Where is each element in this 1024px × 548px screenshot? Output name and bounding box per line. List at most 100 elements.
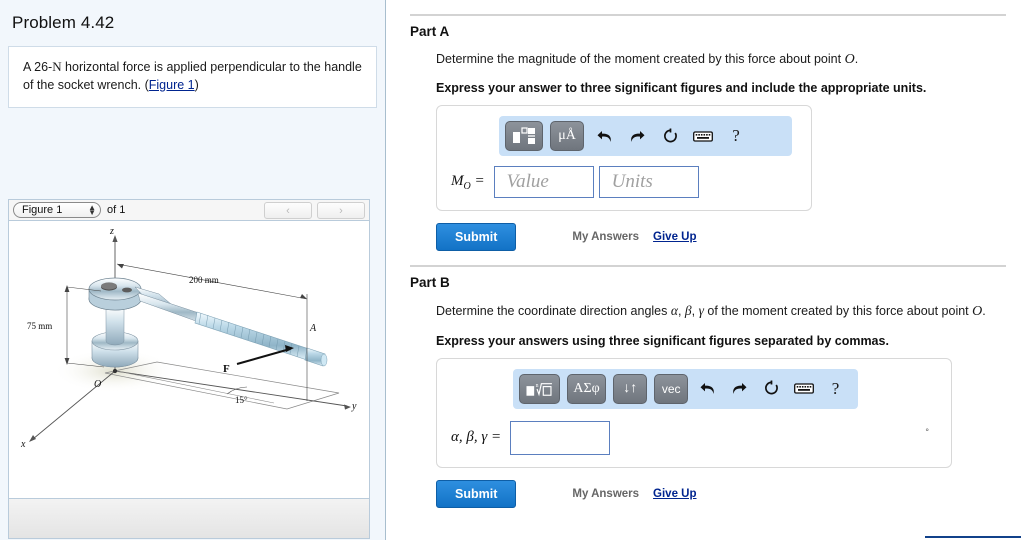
figure-axis-z-label: z: [109, 226, 114, 237]
vec-button-label: vec: [661, 381, 681, 396]
problem-sidebar: Problem 4.42 A 26-N horizontal force is …: [0, 0, 386, 540]
part-a-point-symbol: O: [844, 52, 855, 67]
degree-symbol: °: [925, 426, 929, 437]
part-b-beta: β: [684, 303, 692, 319]
figure-prev-button[interactable]: ‹: [264, 202, 312, 219]
part-a-submit-button[interactable]: Submit: [436, 223, 517, 252]
units-button-label: μÅ: [558, 128, 576, 144]
greek-button-label: ΑΣφ: [573, 380, 600, 396]
help-label: ?: [732, 126, 740, 146]
socket-wrench-diagram: z y x 200 mm 75 mm A O F 15°: [20, 226, 357, 450]
template-icon: [513, 127, 535, 145]
figure-1-link[interactable]: Figure 1: [149, 78, 195, 92]
keyboard-icon[interactable]: [690, 123, 716, 149]
part-b-give-up-link[interactable]: Give Up: [653, 488, 696, 500]
units-icon-button[interactable]: μÅ: [550, 121, 584, 152]
template-icon-button[interactable]: [505, 121, 543, 152]
keyboard-icon: [793, 383, 814, 394]
part-a-question-post: .: [854, 52, 859, 66]
reset-circular-arrow-icon: [663, 128, 677, 143]
part-a-equation-label: MO =: [451, 172, 485, 192]
answer-pane: Part A Determine the magnitude of the mo…: [386, 0, 1024, 540]
undo-arrow-icon: [700, 383, 715, 395]
part-b-submit-button[interactable]: Submit: [436, 479, 517, 508]
reset-icon[interactable]: [657, 123, 683, 149]
figure-point-o-label: O: [94, 379, 101, 390]
part-b-my-answers-label[interactable]: My Answers: [572, 488, 639, 500]
part-a-my-answers-label[interactable]: My Answers: [572, 231, 639, 243]
nth-root-icon: n: [526, 383, 552, 396]
part-a-give-up-link[interactable]: Give Up: [653, 231, 696, 243]
redo-icon[interactable]: [624, 123, 650, 149]
figure-axis-x-label: x: [20, 439, 26, 450]
part-a-value-placeholder: Value: [506, 171, 549, 193]
divider-part-b: [410, 265, 1006, 268]
part-a-units-placeholder: Units: [611, 171, 653, 193]
part-a-toolbar: μÅ ?: [499, 116, 792, 157]
part-a-units-input[interactable]: Units: [598, 166, 699, 199]
figure-count-label: of 1: [107, 204, 126, 216]
part-a-submit-row: Submit My Answers Give Up: [436, 223, 1006, 252]
part-b-alpha: α: [670, 303, 678, 319]
statement-text-pre: A 26-: [23, 60, 53, 74]
arrows-button-label: ↓↑: [623, 380, 638, 396]
part-b-toolbar: n ΑΣφ ↓↑ vec ?: [513, 368, 858, 409]
figure-viewer: Figure 1 ▲ ▼ of 1 ‹ › z y x 200 mm 75 mm…: [8, 199, 370, 539]
statement-text-close: ): [194, 77, 199, 92]
part-b-question-post: of the moment created by this force abou…: [703, 304, 973, 319]
greek-icon-button[interactable]: ΑΣφ: [566, 373, 607, 404]
figure-select[interactable]: Figure 1 ▲ ▼: [13, 202, 101, 218]
vector-icon-button[interactable]: vec: [654, 373, 689, 404]
figure-toolbar: Figure 1 ▲ ▼ of 1 ‹ ›: [8, 199, 370, 221]
part-b-instruction: Express your answers using three signifi…: [436, 333, 889, 348]
undo-icon[interactable]: [695, 376, 720, 402]
svg-text:n: n: [536, 383, 539, 389]
redo-arrow-icon: [733, 383, 747, 395]
undo-icon[interactable]: [591, 123, 617, 149]
problem-statement: A 26-N horizontal force is applied perpe…: [8, 46, 377, 108]
figure-dim-75-label: 75 mm: [27, 321, 52, 331]
part-b-point-symbol: O: [972, 304, 983, 320]
figure-footer-bar: [8, 499, 370, 539]
part-b-question-pre: Determine the coordinate direction angle…: [436, 304, 671, 319]
part-b-question: Determine the coordinate direction angle…: [436, 303, 986, 320]
undo-arrow-icon: [597, 130, 611, 142]
part-b-input-row: α, β, γ =: [437, 420, 951, 455]
part-a-instruction: Express your answer to three significant…: [436, 81, 927, 96]
part-a-answer-box: μÅ ? MO = Value Units: [436, 105, 812, 212]
part-b-answer-box: n ΑΣφ ↓↑ vec ? α, β, γ = °: [436, 357, 952, 468]
root-template-icon-button[interactable]: n: [519, 373, 560, 404]
figure-next-button[interactable]: ›: [317, 202, 365, 219]
chevron-updown-icon: ▲ ▼: [88, 203, 96, 217]
reset-circular-arrow-icon: [765, 380, 779, 395]
next-part-box-stub: [925, 536, 1021, 548]
figure-nav: ‹ ›: [264, 202, 365, 219]
part-b-submit-row: Submit My Answers Give Up: [436, 479, 1006, 508]
figure-axis-y-label: y: [351, 401, 357, 412]
arrows-icon-button[interactable]: ↓↑: [613, 373, 648, 404]
keyboard-icon: [693, 131, 713, 142]
figure-dim-200-label: 200 mm: [189, 275, 219, 285]
redo-arrow-icon: [630, 130, 644, 142]
figure-select-label: Figure 1: [22, 204, 63, 216]
figure-point-a-label: A: [309, 323, 317, 334]
page-title: Problem 4.42: [12, 13, 115, 32]
part-a-input-row: MO = Value Units: [437, 166, 811, 199]
part-a-value-input[interactable]: Value: [493, 166, 594, 199]
reset-icon[interactable]: [759, 376, 784, 402]
part-b-heading: Part B: [410, 275, 450, 291]
figure-force-label: F: [223, 363, 230, 375]
part-a-heading: Part A: [410, 24, 450, 39]
statement-unit-n: N: [52, 59, 62, 74]
help-label: ?: [831, 378, 840, 398]
redo-icon[interactable]: [727, 376, 752, 402]
figure-image[interactable]: z y x 200 mm 75 mm A O F 15°: [8, 221, 370, 499]
keyboard-icon[interactable]: [791, 376, 816, 402]
part-a-question-pre: Determine the magnitude of the moment cr…: [436, 52, 845, 66]
part-b-equation-label: α, β, γ =: [451, 429, 502, 446]
help-icon[interactable]: ?: [723, 123, 749, 149]
divider-part-a: [410, 14, 1006, 16]
part-a-question: Determine the magnitude of the moment cr…: [436, 50, 1006, 70]
help-icon[interactable]: ?: [823, 376, 848, 402]
part-b-answer-input[interactable]: [510, 420, 611, 455]
